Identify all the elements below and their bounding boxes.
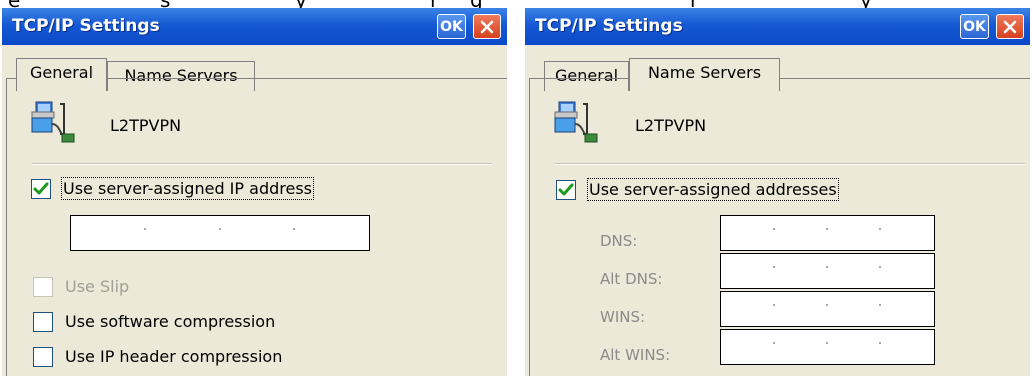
ip-separator bbox=[826, 304, 828, 306]
close-button[interactable] bbox=[473, 14, 501, 39]
use-server-addresses-checkbox[interactable] bbox=[556, 180, 576, 200]
use-slip-label: Use Slip bbox=[65, 277, 130, 296]
dns-ip-field[interactable] bbox=[720, 215, 935, 251]
close-button[interactable] bbox=[996, 14, 1024, 39]
ip-separator bbox=[773, 342, 775, 344]
ip-separator bbox=[879, 304, 881, 306]
ip-header-compression-checkbox[interactable] bbox=[33, 347, 53, 367]
title-bar: TCP/IP Settings OK bbox=[525, 8, 1030, 45]
ip-separator bbox=[879, 342, 881, 344]
connection-name: L2TPVPN bbox=[635, 116, 707, 135]
ip-separator bbox=[773, 266, 775, 268]
ok-button[interactable]: OK bbox=[960, 14, 989, 39]
use-server-ip-checkbox[interactable] bbox=[31, 179, 51, 199]
ip-separator bbox=[293, 228, 295, 230]
network-connection-icon bbox=[554, 101, 598, 143]
divider bbox=[555, 163, 1025, 165]
alt-wins-label: Alt WINS: bbox=[600, 346, 671, 364]
alt-dns-label: Alt DNS: bbox=[600, 270, 663, 288]
divider bbox=[32, 163, 492, 165]
software-compression-checkbox[interactable] bbox=[33, 312, 53, 332]
ip-separator bbox=[144, 228, 146, 230]
close-icon bbox=[480, 20, 494, 34]
ip-separator bbox=[219, 228, 221, 230]
ip-separator bbox=[826, 266, 828, 268]
ip-separator bbox=[879, 228, 881, 230]
use-server-addresses-label: Use server-assigned addresses bbox=[587, 178, 839, 201]
ip-separator bbox=[773, 304, 775, 306]
ip-address-field[interactable] bbox=[70, 215, 370, 251]
ip-header-compression-label: Use IP header compression bbox=[65, 347, 283, 366]
ip-separator bbox=[826, 342, 828, 344]
title-bar: TCP/IP Settings OK bbox=[2, 8, 507, 45]
ip-separator bbox=[773, 228, 775, 230]
dialog-title: TCP/IP Settings bbox=[12, 16, 160, 36]
ok-button[interactable]: OK bbox=[437, 14, 466, 39]
use-server-ip-label: Use server-assigned IP address bbox=[61, 177, 314, 200]
connection-name: L2TPVPN bbox=[110, 116, 182, 135]
checkmark-icon bbox=[33, 182, 49, 195]
network-connection-icon bbox=[31, 101, 75, 143]
ip-separator bbox=[879, 266, 881, 268]
close-icon bbox=[1003, 20, 1017, 34]
tcpip-settings-dialog-general: TCP/IP Settings OK General Name Servers … bbox=[2, 8, 507, 376]
wins-label: WINS: bbox=[600, 308, 646, 326]
software-compression-label: Use software compression bbox=[65, 312, 276, 331]
wins-ip-field[interactable] bbox=[720, 291, 935, 327]
tab-name-servers[interactable]: Name Servers bbox=[629, 58, 780, 91]
checkmark-icon bbox=[558, 183, 574, 196]
dns-label: DNS: bbox=[600, 232, 638, 250]
dialog-title: TCP/IP Settings bbox=[535, 16, 683, 36]
alt-wins-ip-field[interactable] bbox=[720, 329, 935, 365]
ip-separator bbox=[826, 228, 828, 230]
tab-general[interactable]: General bbox=[16, 58, 107, 91]
use-slip-checkbox[interactable] bbox=[33, 277, 53, 297]
tcpip-settings-dialog-name-servers: TCP/IP Settings OK General Name Servers … bbox=[525, 8, 1030, 376]
alt-dns-ip-field[interactable] bbox=[720, 253, 935, 289]
